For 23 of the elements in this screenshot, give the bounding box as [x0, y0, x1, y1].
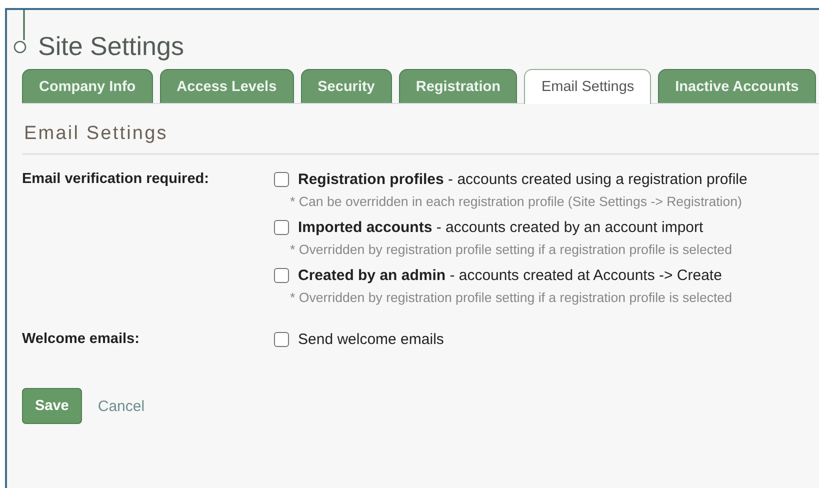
field-label: Email verification required: [22, 171, 210, 187]
tab[interactable]: Company Info [22, 69, 153, 103]
checkbox[interactable] [274, 268, 289, 283]
option-note: * Overridden by registration profile setting if a registration profile is selected [290, 242, 733, 257]
save-button[interactable]: Save [22, 388, 82, 424]
tab[interactable]: Registration [398, 69, 518, 103]
tab[interactable]: Inactive Accounts [658, 69, 816, 103]
field-label: Welcome emails: [22, 331, 140, 347]
option-label: Imported accounts - accounts created by an account import [298, 219, 704, 236]
checkbox[interactable] [274, 172, 289, 187]
option-note: * Can be overridden in each registration profile (Site Settings -> Registration) [290, 194, 743, 209]
page-title: Site Settings [38, 30, 184, 62]
tab[interactable]: Security [300, 69, 392, 103]
section-title: Email Settings [24, 123, 168, 145]
option-label: Registration profiles - accounts created using a registration profile [298, 171, 748, 188]
checkbox[interactable] [274, 332, 289, 347]
option-label: Send welcome emails [298, 331, 444, 348]
tab[interactable]: Access Levels [160, 69, 294, 103]
checkbox[interactable] [274, 220, 289, 235]
tab[interactable]: Email Settings [524, 69, 652, 104]
cancel-link[interactable]: Cancel [98, 398, 145, 414]
option-label: Created by an admin - accounts created at Accounts -> Create [298, 267, 722, 284]
option-note: * Overridden by registration profile setting if a registration profile is selected [290, 290, 733, 305]
